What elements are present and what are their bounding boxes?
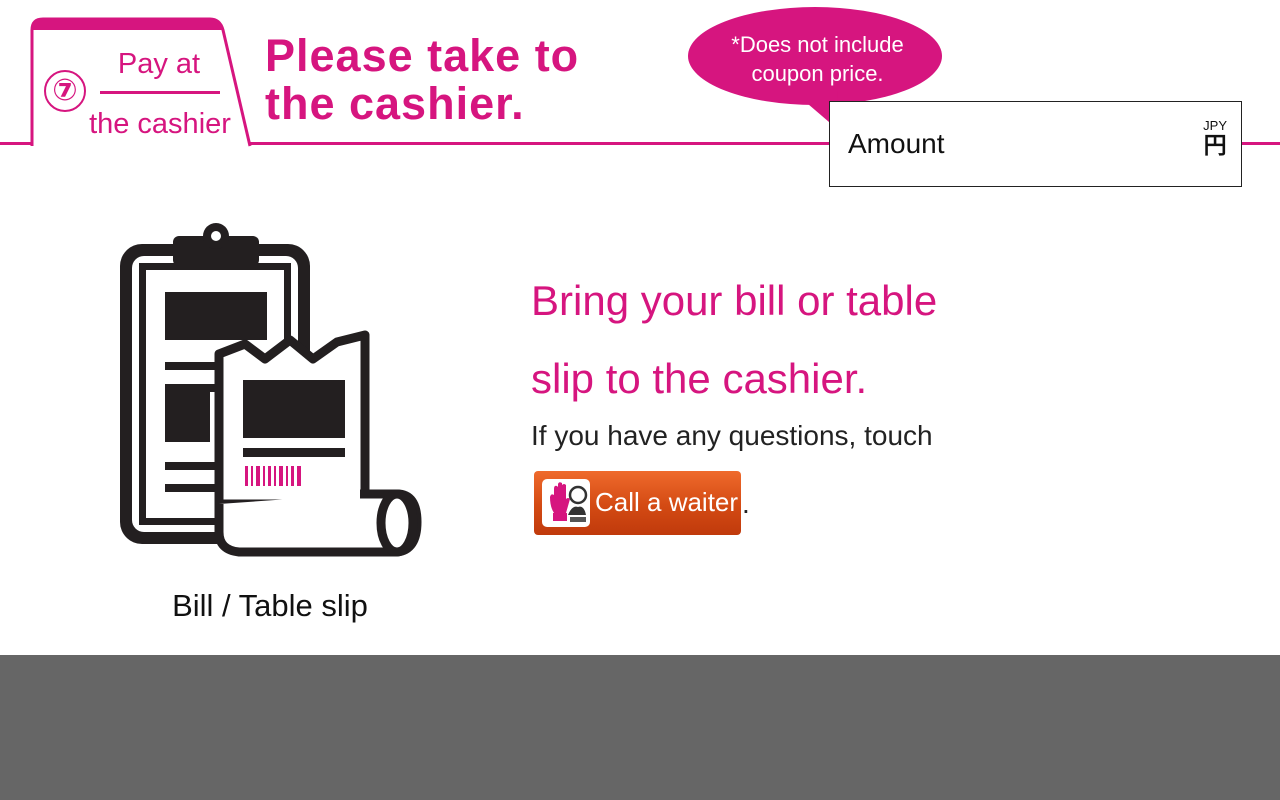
step-title: Pay at [117, 48, 201, 80]
help-hint: If you have any questions, touch [531, 420, 933, 451]
step-number: ⑦ [44, 70, 86, 112]
instruction-line1: Bring your bill or table [531, 277, 938, 324]
bill-caption: Bill / Table slip [172, 588, 368, 623]
amount-label: Amount [848, 128, 945, 159]
step-tab: ⑦ Pay at the cashier [0, 0, 260, 150]
bill-clipboard-icon [120, 223, 422, 557]
amount-box: Amount JPY 円 [829, 101, 1242, 187]
hand-waiter-icon [542, 479, 590, 527]
instruction-line2: slip to the cashier. [531, 355, 868, 402]
currency-code: JPY [1203, 118, 1227, 133]
page-title-line1: Please take to [265, 30, 580, 81]
page-title: Please take to the cashier. [265, 32, 579, 128]
note-text: *Does not include coupon price. [705, 30, 930, 88]
yen-symbol: 円 [1203, 132, 1227, 158]
note-line2: coupon price. [751, 61, 884, 86]
instruction-message: Bring your bill or table slip to the cas… [531, 262, 937, 418]
footer-bar [0, 655, 1280, 800]
page-title-line2: the cashier. [265, 78, 525, 129]
note-line1: *Does not include [731, 32, 904, 57]
call-waiter-label: Call a waiter [595, 487, 739, 517]
call-waiter-button[interactable]: Call a waiter [534, 471, 741, 535]
hint-period: . [742, 488, 750, 519]
currency-unit: JPY 円 [1203, 118, 1227, 158]
step-subtitle: the cashier [89, 108, 231, 140]
step-rule [100, 91, 220, 94]
payment-screen: ⑦ Pay at the cashier Please take to the … [0, 0, 1280, 655]
